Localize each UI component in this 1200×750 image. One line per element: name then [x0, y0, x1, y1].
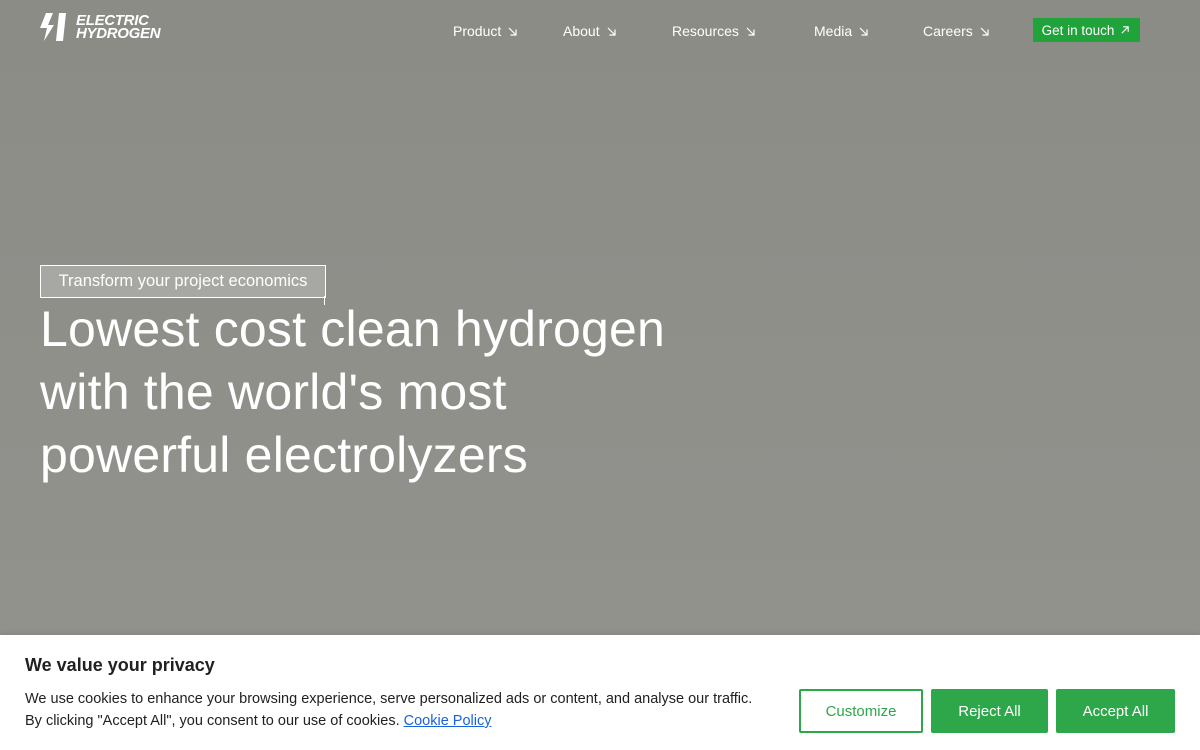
hero-headline: Lowest cost clean hydrogen with the worl… — [40, 298, 740, 487]
cookie-text: We use cookies to enhance your browsing … — [25, 691, 753, 729]
accept-all-button[interactable]: Accept All — [1056, 689, 1175, 733]
nav-item-label: About — [563, 23, 600, 39]
nav-item-media[interactable]: Media — [814, 22, 869, 40]
headline-line-1: Lowest cost clean hydrogen — [40, 301, 666, 357]
nav-item-label: Resources — [672, 23, 739, 39]
customize-button[interactable]: Customize — [799, 689, 923, 733]
cookie-policy-link[interactable]: Cookie Policy — [404, 713, 492, 729]
headline-line-3: powerful electrolyzers — [40, 427, 528, 483]
headline-line-2: with the world's most — [40, 364, 507, 420]
arrow-down-right-icon — [507, 26, 518, 37]
arrow-down-right-icon — [745, 26, 756, 37]
arrow-down-right-icon — [979, 26, 990, 37]
cookie-description: We use cookies to enhance your browsing … — [25, 688, 765, 732]
arrow-down-right-icon — [606, 26, 617, 37]
nav-item-label: Media — [814, 23, 853, 39]
nav-item-product[interactable]: Product — [453, 22, 518, 40]
nav-item-about[interactable]: About — [563, 22, 617, 40]
nav-item-resources[interactable]: Resources — [672, 22, 756, 40]
arrow-up-right-icon — [1120, 25, 1131, 36]
nav-item-label: Careers — [923, 23, 973, 39]
cookie-banner: We value your privacy We use cookies to … — [0, 635, 1200, 750]
nav-item-careers[interactable]: Careers — [923, 22, 990, 40]
nav-item-label: Product — [453, 23, 502, 39]
cta-label: Get in touch — [1041, 22, 1115, 38]
reject-all-button[interactable]: Reject All — [931, 689, 1048, 733]
eyebrow-label: Transform your project economics — [58, 272, 308, 290]
arrow-down-right-icon — [858, 26, 869, 37]
main-nav: Product About Resources Media Careers Ge… — [0, 0, 1200, 60]
get-in-touch-button[interactable]: Get in touch — [1033, 18, 1140, 42]
hero-eyebrow-tag: Transform your project economics — [40, 265, 326, 298]
cookie-title: We value your privacy — [25, 655, 215, 675]
